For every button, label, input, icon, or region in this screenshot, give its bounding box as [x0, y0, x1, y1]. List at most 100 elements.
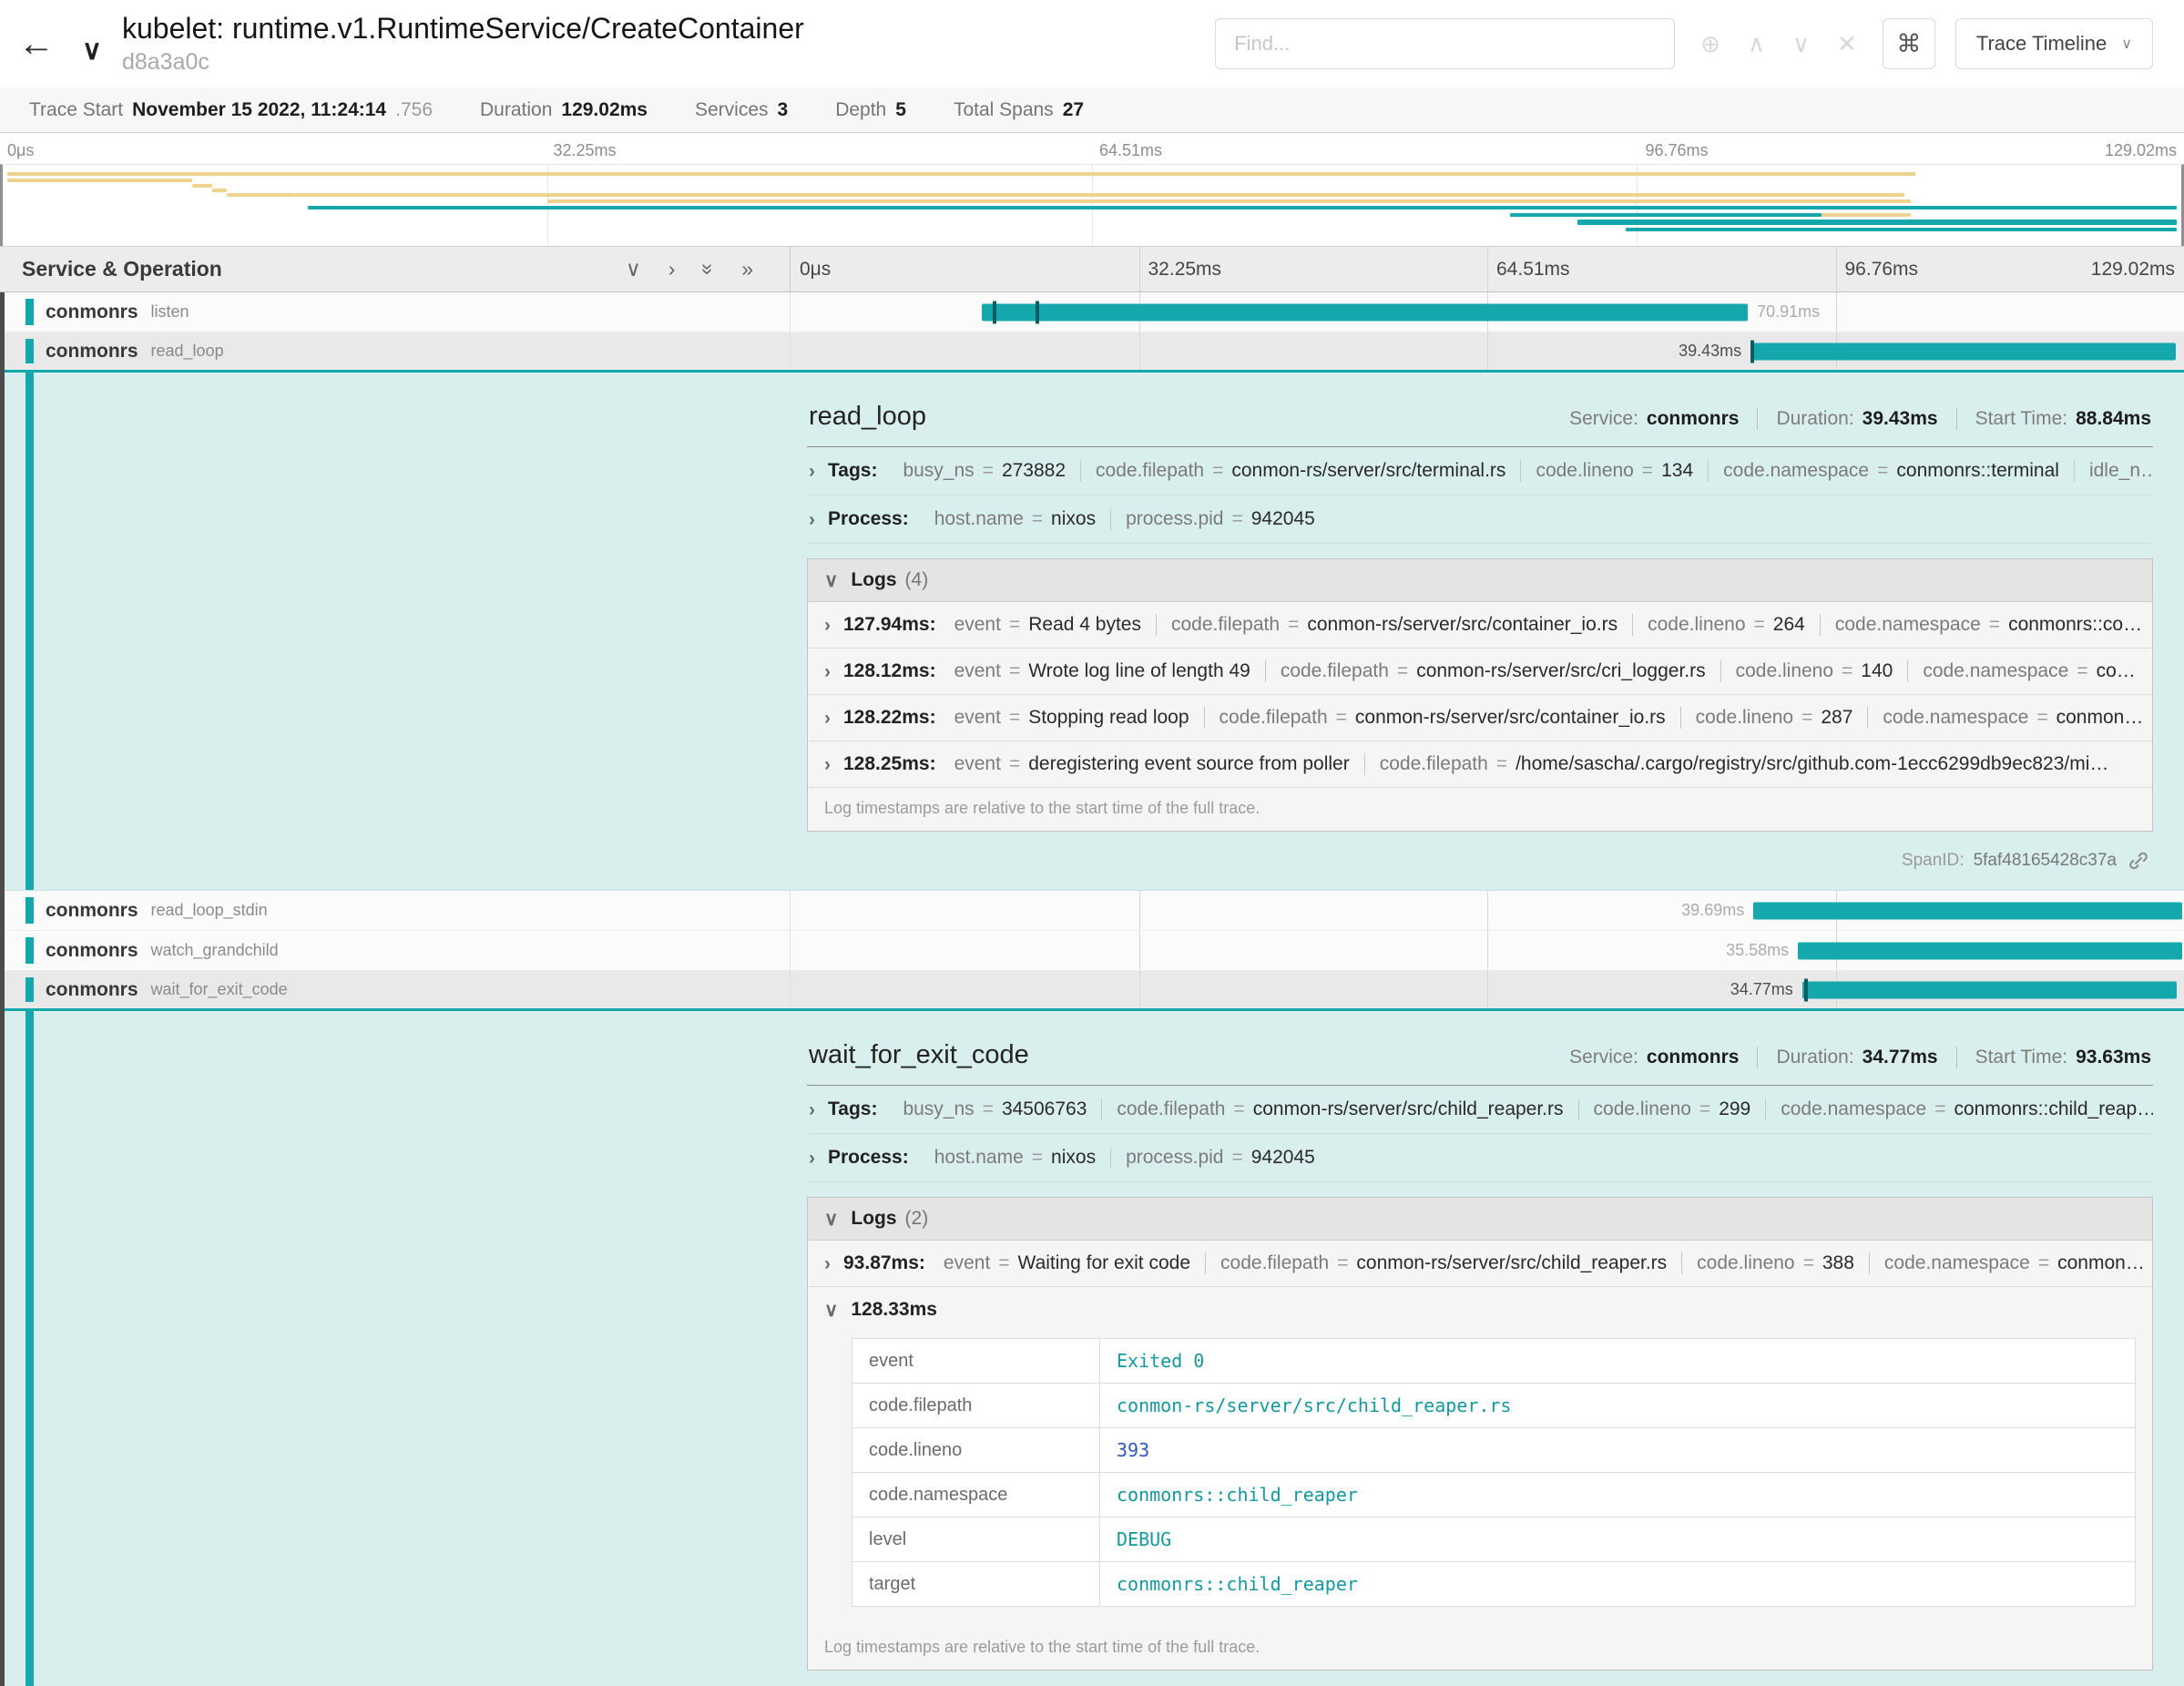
minimap-tick-label: 96.76ms [1646, 141, 1709, 160]
span-bar[interactable]: 39.69ms [1753, 902, 2182, 919]
logs-header[interactable]: ∨ Logs (4) [808, 559, 2152, 602]
log-timestamp: 128.25ms: [843, 753, 936, 775]
service-value: conmonrs [1647, 1047, 1740, 1068]
logs-section: ∨ Logs (4) › 127.94ms: event=Read 4 byte… [807, 558, 2153, 832]
span-name-cell[interactable]: conmonrs read_loop_stdin [0, 891, 791, 930]
minimap-span-segment [7, 172, 1915, 176]
duration-value: 34.77ms [1863, 1047, 1938, 1068]
span-row-wait-for-exit-code[interactable]: conmonrs wait_for_exit_code 34.77ms [0, 971, 2184, 1011]
log-entry[interactable]: › 128.25ms: event=deregistering event so… [808, 741, 2152, 788]
collapse-trace-header-icon[interactable]: ∨ [82, 37, 102, 65]
duration-label: Duration [480, 99, 552, 121]
span-color-bar [26, 937, 34, 964]
back-button[interactable]: ← [18, 24, 69, 65]
span-rows: conmonrs listen 70.91ms conmonrs read_lo… [0, 292, 2184, 1686]
services-value: 3 [778, 99, 789, 121]
log-field: event=Stopping read loop [940, 707, 1204, 729]
span-timeline-cell[interactable]: 70.91ms [791, 292, 2184, 332]
timeline-tick-label: 64.51ms [1496, 259, 1570, 281]
trace-services: Services 3 [671, 99, 811, 121]
span-timeline-cell[interactable]: 39.43ms [791, 332, 2184, 370]
process-accordion[interactable]: › Process: host.name=nixos process.pid=9… [807, 1134, 2153, 1182]
span-row-watch-grandchild[interactable]: conmonrs watch_grandchild 35.58ms [0, 931, 2184, 971]
log-timestamp: 127.94ms: [843, 614, 936, 636]
service-name: conmonrs [46, 900, 138, 922]
log-field: code.namespace=co… [1907, 660, 2149, 682]
tag: idle_n… [2074, 460, 2153, 482]
prev-result-icon[interactable]: ∧ [1748, 32, 1765, 56]
timeline-tick-label: 32.25ms [1148, 259, 1222, 281]
minimap-tick-label: 64.51ms [1099, 141, 1162, 160]
locate-span-icon[interactable]: ⊕ [1700, 32, 1720, 56]
logs-header[interactable]: ∨ Logs (2) [808, 1198, 2152, 1241]
log-entry[interactable]: › 128.22ms: event=Stopping read loop cod… [808, 695, 2152, 741]
trace-id: d8a3a0c [122, 49, 804, 76]
total-spans-value: 27 [1063, 99, 1084, 121]
clear-search-icon[interactable]: ✕ [1837, 32, 1857, 56]
find-input[interactable] [1215, 18, 1675, 69]
log-entry[interactable]: › 127.94ms: event=Read 4 bytes code.file… [808, 602, 2152, 649]
span-timeline-cell[interactable]: 39.69ms [791, 891, 2184, 930]
log-entry-expanded[interactable]: ∨ 128.33ms [808, 1287, 2152, 1333]
trace-view-selector[interactable]: Trace Timeline ∨ [1955, 18, 2153, 69]
minimap-canvas[interactable] [0, 164, 2184, 246]
span-row-listen[interactable]: conmonrs listen 70.91ms [0, 292, 2184, 332]
keyboard-shortcuts-button[interactable]: ⌘ [1883, 18, 1935, 69]
log-entry[interactable]: › 93.87ms: event=Waiting for exit code c… [808, 1241, 2152, 1287]
expand-one-button[interactable]: › [668, 259, 676, 280]
span-bar[interactable]: 39.43ms [1750, 342, 2176, 360]
log-field: event=Waiting for exit code [929, 1252, 1205, 1274]
log-timestamp: 128.33ms [851, 1299, 937, 1321]
log-field: code.lineno=287 [1680, 707, 1868, 729]
operation-name: read_loop [151, 342, 224, 361]
span-timeline-cell[interactable]: 34.77ms [791, 971, 2184, 1008]
trace-start-value: November 15 2022, 11:24:14 [132, 99, 386, 121]
collapse-one-button[interactable]: ∨ [626, 259, 641, 280]
span-name-cell[interactable]: conmonrs listen [0, 292, 791, 332]
span-bar[interactable]: 35.58ms [1798, 942, 2182, 959]
next-result-icon[interactable]: ∨ [1792, 32, 1810, 56]
log-field: code.lineno=388 [1681, 1252, 1869, 1274]
expand-all-button[interactable]: » [741, 259, 753, 280]
start-time-label: Start Time: [1975, 408, 2068, 430]
span-id-label: SpanID: [1902, 851, 1965, 871]
tag: code.filepath=conmon-rs/server/src/termi… [1080, 460, 1520, 482]
log-fields-table: eventExited 0 code.filepathconmon-rs/ser… [852, 1338, 2136, 1607]
logs-count: (2) [905, 1208, 929, 1230]
tags-accordion[interactable]: › Tags: busy_ns=273882 code.filepath=con… [807, 447, 2153, 496]
log-field: code.lineno=140 [1720, 660, 1908, 682]
span-color-bar [26, 977, 34, 1002]
tag: code.lineno=134 [1520, 460, 1708, 482]
operation-name: listen [151, 302, 189, 322]
duration-value: 129.02ms [561, 99, 648, 121]
span-row-read-loop[interactable]: conmonrs read_loop 39.43ms [0, 332, 2184, 373]
tag: code.filepath=conmon-rs/server/src/child… [1101, 1098, 1577, 1120]
logs-note: Log timestamps are relative to the start… [808, 1627, 2152, 1670]
trace-start-label: Trace Start [29, 99, 123, 121]
span-duration-label: 34.77ms [1730, 980, 1793, 999]
log-field: code.filepath=conmon-rs/server/src/conta… [1156, 614, 1632, 636]
span-timeline-cell[interactable]: 35.58ms [791, 931, 2184, 970]
log-entry[interactable]: › 128.12ms: event=Wrote log line of leng… [808, 649, 2152, 695]
log-timestamp: 93.87ms: [843, 1252, 925, 1274]
service-label: Service: [1569, 408, 1638, 430]
tag: busy_ns=34506763 [888, 1098, 1101, 1120]
span-name-cell[interactable]: conmonrs wait_for_exit_code [0, 971, 791, 1008]
span-name-cell[interactable]: conmonrs watch_grandchild [0, 931, 791, 970]
tags-accordion[interactable]: › Tags: busy_ns=34506763 code.filepath=c… [807, 1086, 2153, 1134]
process-tag: process.pid=942045 [1110, 1147, 1330, 1169]
span-bar[interactable]: 70.91ms [982, 303, 1749, 321]
copy-link-icon[interactable] [2126, 848, 2151, 874]
span-row-read-loop-stdin[interactable]: conmonrs read_loop_stdin 39.69ms [0, 891, 2184, 931]
log-field: code.namespace=conmonrs::co… [1820, 614, 2152, 636]
collapse-all-button[interactable]: » [698, 263, 719, 275]
minimap-span-segment [295, 193, 1905, 197]
span-bar[interactable]: 34.77ms [1802, 981, 2178, 998]
process-accordion[interactable]: › Process: host.name=nixos process.pid=9… [807, 496, 2153, 544]
span-id-row: SpanID: 5faf48165428c37a [807, 832, 2153, 875]
log-field: code.lineno=264 [1632, 614, 1820, 636]
trace-minimap[interactable]: 0μs 32.25ms 64.51ms 96.76ms 129.02ms [0, 133, 2184, 247]
depth-value: 5 [895, 99, 906, 121]
duration-value: 39.43ms [1863, 408, 1938, 430]
span-name-cell[interactable]: conmonrs read_loop [0, 332, 791, 370]
